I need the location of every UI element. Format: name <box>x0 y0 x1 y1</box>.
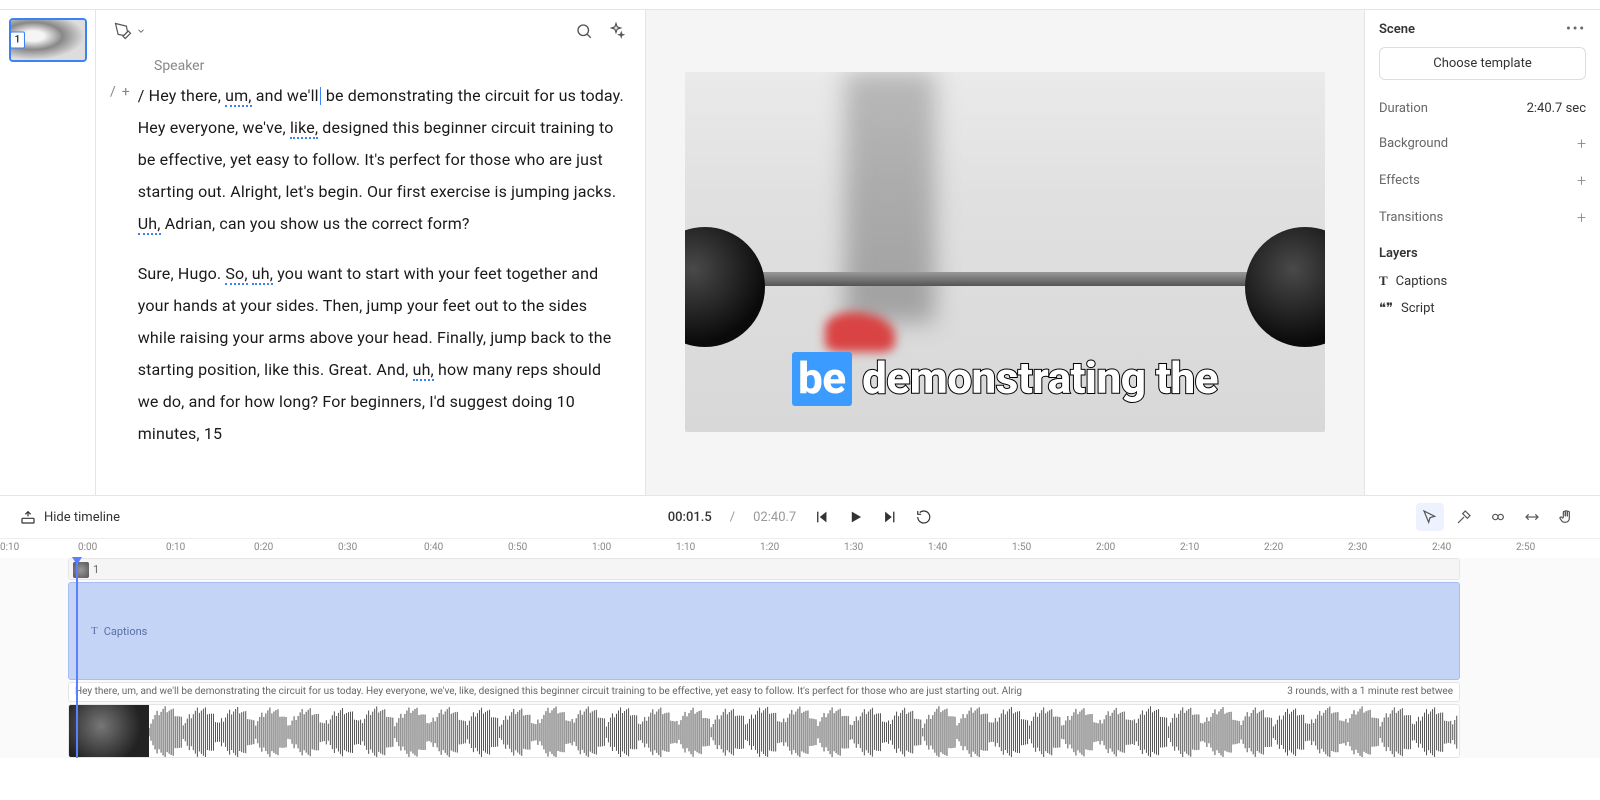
ruler-tick: 2:10 <box>1180 542 1199 553</box>
loop-button[interactable] <box>916 509 932 525</box>
properties-panel: Scene ••• Choose template Duration 2:40.… <box>1364 10 1600 495</box>
ruler-tick: 0:10 <box>166 542 185 553</box>
transcript-track[interactable]: Hey there, um, and we'll be demonstratin… <box>68 682 1460 702</box>
ruler-tick: 0:20 <box>254 542 273 553</box>
transcript-text[interactable]: / Hey there, um, and we'll be demonstrat… <box>138 80 625 450</box>
hand-tool[interactable] <box>1552 503 1580 531</box>
ruler-tick: 1:00 <box>592 542 611 553</box>
search-icon[interactable] <box>575 22 593 40</box>
ruler-tick: 0:40 <box>424 542 443 553</box>
filler-word[interactable]: Uh, <box>138 214 161 235</box>
gutter-add[interactable]: + <box>122 84 130 450</box>
timeline[interactable]: 1 T Captions Hey there, um, and we'll be… <box>0 558 1600 758</box>
hide-timeline-button[interactable]: Hide timeline <box>20 509 120 525</box>
playback-controls: Hide timeline 00:01.5 / 02:40.7 <box>0 496 1600 538</box>
current-time: 00:01.5 <box>668 510 712 525</box>
playhead[interactable] <box>76 558 78 758</box>
ruler-tick: 0:10 <box>0 542 19 553</box>
select-tool[interactable] <box>1416 503 1444 531</box>
plus-icon: + <box>1577 134 1586 153</box>
skip-back-button[interactable] <box>814 509 830 525</box>
scene-track[interactable]: 1 <box>68 558 1460 580</box>
play-button[interactable] <box>848 509 864 525</box>
captions-track[interactable]: T Captions <box>68 582 1460 680</box>
layer-script[interactable]: ❝❞ Script <box>1379 295 1586 322</box>
plus-icon: + <box>1577 171 1586 190</box>
speaker-label: Speaker <box>154 58 625 74</box>
ruler-tick: 0:30 <box>338 542 357 553</box>
audio-clip-thumb <box>69 705 149 757</box>
gutter-slash[interactable]: / <box>110 84 116 450</box>
caption-word-highlighted: be <box>792 352 852 406</box>
layers-heading: Layers <box>1379 236 1586 267</box>
link-tool[interactable] <box>1484 503 1512 531</box>
collapse-icon <box>20 509 36 525</box>
text-icon: T <box>91 625 98 637</box>
edit-tool-dropdown[interactable] <box>114 22 146 40</box>
ruler-tick: 2:40 <box>1432 542 1451 553</box>
ruler-tick: 1:40 <box>928 542 947 553</box>
video-preview-area: be demonstrating the <box>646 10 1364 495</box>
ruler-tick: 2:20 <box>1264 542 1283 553</box>
ruler-tick: 1:30 <box>844 542 863 553</box>
pen-icon <box>114 22 132 40</box>
text-icon: T <box>1379 273 1388 289</box>
total-duration: 02:40.7 <box>753 510 796 525</box>
scene-number: 1 <box>10 32 26 49</box>
ruler-tick: 0:00 <box>78 542 97 553</box>
effects-row[interactable]: Effects+ <box>1379 162 1586 199</box>
stretch-tool[interactable] <box>1518 503 1546 531</box>
filler-word[interactable]: uh, <box>413 360 434 381</box>
caption-overlay: be demonstrating the <box>792 352 1218 404</box>
video-preview[interactable]: be demonstrating the <box>685 72 1325 432</box>
filler-word[interactable]: uh, <box>252 264 273 285</box>
ruler-tick: 2:50 <box>1516 542 1535 553</box>
ruler-tick: 1:20 <box>760 542 779 553</box>
blade-tool[interactable] <box>1450 503 1478 531</box>
choose-template-button[interactable]: Choose template <box>1379 47 1586 80</box>
ruler-tick: 1:10 <box>676 542 695 553</box>
script-icon: ❝❞ <box>1379 301 1393 316</box>
scene-thumbnails: 1 <box>0 10 96 495</box>
background-row[interactable]: Background+ <box>1379 125 1586 162</box>
panel-title: Scene <box>1379 22 1415 37</box>
ruler-tick: 0:50 <box>508 542 527 553</box>
text-cursor <box>320 87 321 105</box>
waveform <box>149 705 1459 758</box>
audio-track[interactable] <box>68 704 1460 758</box>
scene-thumbnail-1[interactable]: 1 <box>9 18 87 62</box>
transitions-row[interactable]: Transitions+ <box>1379 199 1586 236</box>
ruler-tick: 2:00 <box>1096 542 1115 553</box>
more-icon[interactable]: ••• <box>1566 22 1586 37</box>
sparkle-icon[interactable] <box>607 22 625 40</box>
ruler-tick: 2:30 <box>1348 542 1367 553</box>
plus-icon: + <box>1577 208 1586 227</box>
caption-word: the <box>1156 352 1218 404</box>
ruler-tick: 1:50 <box>1012 542 1031 553</box>
duration-row: Duration 2:40.7 sec <box>1379 92 1586 125</box>
filler-word[interactable]: So, <box>225 264 247 285</box>
timeline-ruler[interactable]: 0:10 0:00 0:10 0:20 0:30 0:40 0:50 1:00 1:10 1:20… <box>0 538 1600 558</box>
filler-word[interactable]: um, <box>225 86 251 107</box>
transcript-panel: Speaker / + / Hey there, um, and we'll b… <box>96 10 646 495</box>
filler-word[interactable]: like, <box>290 118 318 139</box>
layer-captions[interactable]: T Captions <box>1379 267 1586 295</box>
chevron-down-icon <box>136 26 146 36</box>
caption-word: demonstrating <box>862 352 1145 404</box>
skip-forward-button[interactable] <box>882 509 898 525</box>
